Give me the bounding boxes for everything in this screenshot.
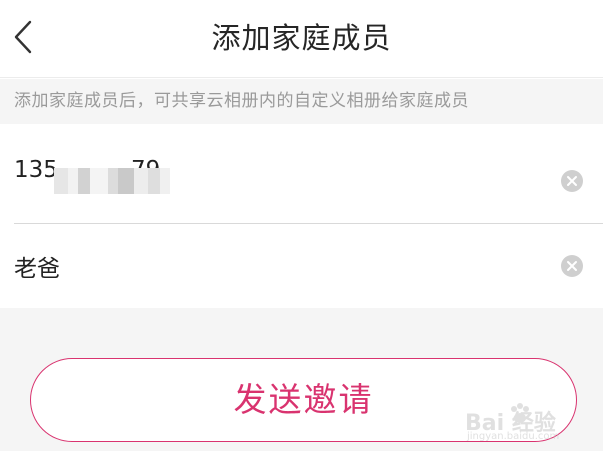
member-form — [0, 124, 603, 308]
baidu-jingyan-watermark: Bai 经验 jingyan.baidu.com — [465, 399, 585, 445]
member-name-input[interactable] — [14, 224, 544, 308]
page-title: 添加家庭成员 — [211, 21, 392, 55]
name-field-row — [0, 224, 603, 308]
paw-icon — [511, 403, 529, 423]
phone-field-row — [0, 124, 603, 224]
clear-circle-icon — [567, 261, 577, 271]
clear-circle-icon — [567, 176, 577, 186]
action-area: 发送邀请 Bai 经验 jingyan.baidu.com — [0, 308, 603, 451]
navigation-bar: 添加家庭成员 — [0, 0, 603, 78]
phone-number-input[interactable] — [14, 124, 544, 216]
info-notice: 添加家庭成员后，可共享云相册内的自定义相册给家庭成员 — [0, 79, 603, 124]
clear-phone-button[interactable] — [561, 170, 583, 192]
clear-name-button[interactable] — [561, 255, 583, 277]
add-family-member-screen: 添加家庭成员 添加家庭成员后，可共享云相册内的自定义相册给家庭成员 135 79… — [0, 0, 603, 451]
watermark-url: jingyan.baidu.com — [467, 431, 560, 442]
